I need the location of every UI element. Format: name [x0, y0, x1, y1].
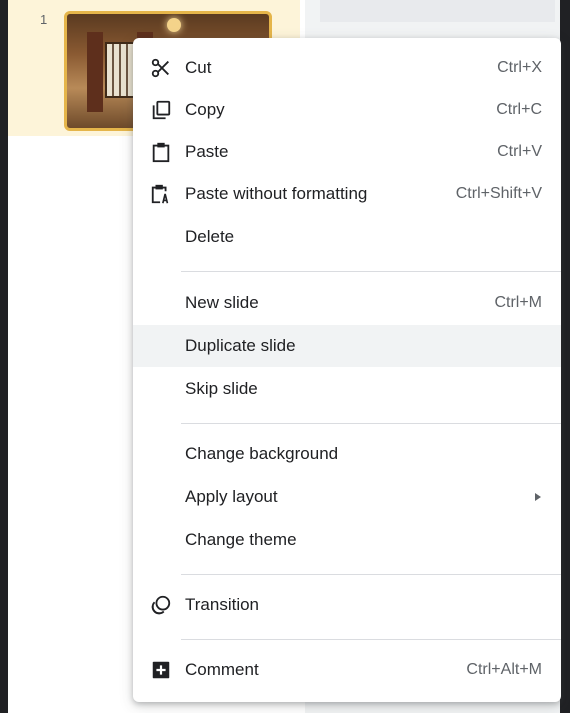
clipboard-text-icon	[149, 182, 173, 206]
menu-item-apply-layout[interactable]: Apply layout	[133, 476, 561, 518]
menu-item-comment[interactable]: Comment Ctrl+Alt+M	[133, 649, 561, 691]
menu-label-apply-layout: Apply layout	[185, 487, 278, 506]
thumbnail-curtain-left	[87, 32, 103, 112]
menu-label-duplicate-slide: Duplicate slide	[185, 336, 296, 355]
menu-item-transition[interactable]: Transition	[133, 584, 561, 626]
canvas-top-strip	[320, 0, 555, 22]
shortcut-copy: Ctrl+C	[496, 101, 542, 118]
menu-item-new-slide[interactable]: New slide Ctrl+M	[133, 282, 561, 324]
shortcut-new-slide: Ctrl+M	[494, 294, 542, 311]
thumbnail-window	[105, 42, 135, 98]
add-comment-icon	[149, 658, 173, 682]
menu-label-delete: Delete	[185, 227, 235, 246]
menu-item-paste-without-formatting[interactable]: Paste without formatting Ctrl+Shift+V	[133, 173, 561, 215]
submenu-arrow-icon	[535, 493, 541, 501]
thumbnail-chandelier	[167, 18, 181, 32]
menu-divider	[181, 423, 561, 424]
slide-canvas-edge[interactable]	[560, 40, 570, 690]
menu-label-new-slide: New slide	[185, 293, 259, 312]
transition-icon	[149, 593, 173, 617]
menu-label-comment: Comment	[185, 660, 259, 679]
copy-icon	[149, 98, 173, 122]
menu-label-cut: Cut	[185, 58, 212, 77]
menu-item-copy[interactable]: Copy Ctrl+C	[133, 89, 561, 131]
menu-label-skip-slide: Skip slide	[185, 379, 258, 398]
shortcut-paste: Ctrl+V	[497, 143, 542, 160]
menu-item-duplicate-slide[interactable]: Duplicate slide	[133, 325, 561, 367]
shortcut-comment: Ctrl+Alt+M	[466, 661, 542, 678]
menu-label-change-theme: Change theme	[185, 530, 297, 549]
menu-item-paste[interactable]: Paste Ctrl+V	[133, 131, 561, 173]
menu-item-cut[interactable]: Cut Ctrl+X	[133, 47, 561, 89]
menu-divider	[181, 574, 561, 575]
menu-item-delete[interactable]: Delete	[133, 216, 561, 258]
shortcut-paste-without-formatting: Ctrl+Shift+V	[455, 185, 542, 202]
slide-number: 1	[40, 12, 48, 27]
menu-item-change-theme[interactable]: Change theme	[133, 519, 561, 561]
menu-label-copy: Copy	[185, 100, 225, 119]
menu-divider	[181, 639, 561, 640]
context-menu: Cut Ctrl+X Copy Ctrl+C Paste Ctrl+V Past…	[133, 38, 561, 702]
shortcut-cut: Ctrl+X	[497, 59, 542, 76]
menu-divider	[181, 271, 561, 272]
menu-item-skip-slide[interactable]: Skip slide	[133, 368, 561, 410]
scissors-icon	[149, 56, 173, 80]
menu-label-paste-without-formatting: Paste without formatting	[185, 184, 368, 203]
menu-label-transition: Transition	[185, 595, 260, 614]
clipboard-icon	[149, 140, 173, 164]
menu-label-paste: Paste	[185, 142, 229, 161]
menu-label-change-background: Change background	[185, 444, 339, 463]
menu-item-change-background[interactable]: Change background	[133, 433, 561, 475]
